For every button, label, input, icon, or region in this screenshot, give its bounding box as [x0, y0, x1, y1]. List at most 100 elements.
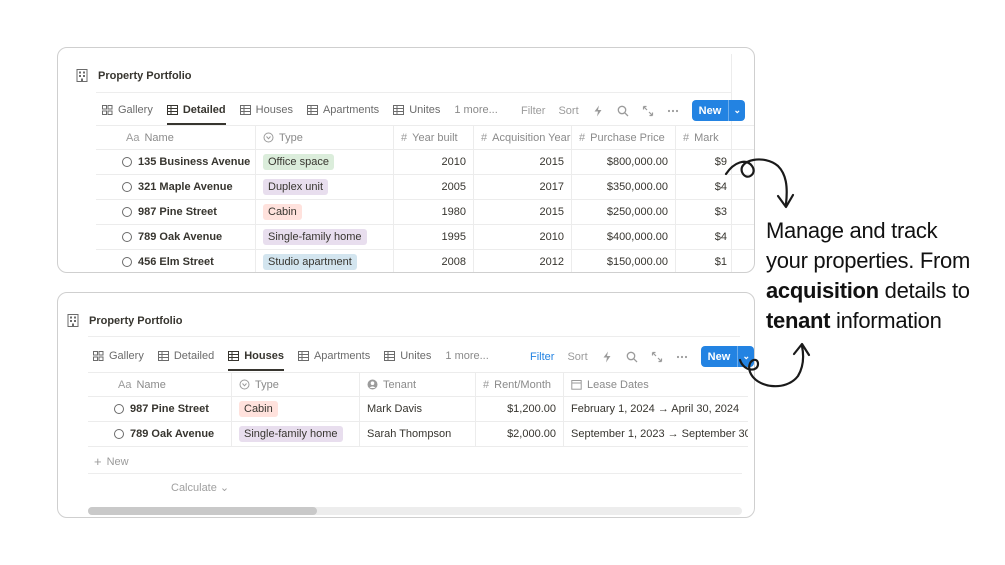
year-built-cell[interactable]: 2005 — [394, 175, 474, 199]
column-header-market[interactable]: # Mark — [676, 126, 734, 149]
add-row-button[interactable]: + New — [94, 454, 129, 469]
tab-houses[interactable]: Houses — [239, 99, 293, 121]
tab-gallery[interactable]: Gallery — [102, 99, 153, 121]
gallery-icon — [102, 105, 113, 115]
row-name-cell[interactable]: 789 Oak Avenue — [88, 422, 232, 446]
search-icon[interactable] — [626, 351, 638, 363]
new-button[interactable]: New ⌄ — [691, 100, 746, 121]
table-row[interactable]: 789 Oak Avenue Single-family home Sarah Th… — [88, 422, 748, 447]
year-built-cell[interactable]: 2008 — [394, 250, 474, 272]
tab-unites[interactable]: Unites — [393, 99, 440, 121]
status-circle-icon[interactable] — [114, 404, 124, 414]
row-type-cell[interactable]: Office space — [256, 150, 394, 174]
year-built-cell[interactable]: 1995 — [394, 225, 474, 249]
tab-houses[interactable]: Houses — [228, 345, 284, 371]
column-header-acquisition-year[interactable]: # Acquisition Year — [474, 126, 572, 149]
purchase-price-cell[interactable]: $800,000.00 — [572, 150, 676, 174]
acquisition-year-cell[interactable]: 2015 — [474, 150, 572, 174]
table-row[interactable]: 321 Maple Avenue Duplex unit 2005 2017 $350,… — [96, 175, 754, 200]
tab-apartments[interactable]: Apartments — [297, 345, 370, 367]
status-circle-icon[interactable] — [122, 207, 132, 217]
lease-cell[interactable]: February 1, 2024 → April 30, 2024 — [564, 397, 748, 421]
more-options-icon[interactable] — [676, 351, 688, 363]
more-options-icon[interactable] — [667, 105, 679, 117]
row-name-cell[interactable]: 987 Pine Street — [96, 200, 256, 224]
database-title-row: Property Portfolio — [76, 69, 192, 82]
table-icon — [239, 105, 251, 115]
sort-button[interactable]: Sort — [558, 105, 578, 117]
market-cell[interactable]: $4 — [676, 225, 734, 249]
purchase-price-cell[interactable]: $150,000.00 — [572, 250, 676, 272]
table-row[interactable]: 987 Pine Street Cabin 1980 2015 $250,000.00 $… — [96, 200, 754, 225]
expand-icon[interactable] — [651, 351, 663, 363]
acquisition-year-cell[interactable]: 2015 — [474, 200, 572, 224]
tab-more[interactable]: 1 more... — [454, 99, 497, 121]
row-type-cell[interactable]: Single-family home — [256, 225, 394, 249]
chevron-down-icon[interactable]: ⌄ — [728, 100, 745, 121]
tab-more[interactable]: 1 more... — [445, 345, 488, 367]
sort-button[interactable]: Sort — [567, 351, 587, 363]
lease-cell[interactable]: September 1, 2023 → September 30 — [564, 422, 748, 446]
page-title[interactable]: Property Portfolio — [89, 315, 183, 327]
status-circle-icon[interactable] — [122, 257, 132, 267]
purchase-price-cell[interactable]: $400,000.00 — [572, 225, 676, 249]
tenant-cell[interactable]: Mark Davis — [360, 397, 476, 421]
horizontal-scrollbar[interactable] — [88, 507, 742, 515]
page-title[interactable]: Property Portfolio — [98, 70, 192, 82]
row-name-cell[interactable]: 321 Maple Avenue — [96, 175, 256, 199]
rent-cell[interactable]: $2,000.00 — [476, 422, 564, 446]
row-name-cell[interactable]: 135 Business Avenue — [96, 150, 256, 174]
tab-unites[interactable]: Unites — [384, 345, 431, 367]
row-type-cell[interactable]: Single-family home — [232, 422, 360, 446]
row-name-cell[interactable]: 789 Oak Avenue — [96, 225, 256, 249]
row-name-cell[interactable]: 456 Elm Street — [96, 250, 256, 272]
expand-icon[interactable] — [642, 105, 654, 117]
tab-gallery[interactable]: Gallery — [93, 345, 144, 367]
status-circle-icon[interactable] — [122, 182, 132, 192]
lightning-icon[interactable] — [592, 105, 604, 117]
rent-cell[interactable]: $1,200.00 — [476, 397, 564, 421]
acquisition-year-cell[interactable]: 2012 — [474, 250, 572, 272]
tab-detailed[interactable]: Detailed — [166, 99, 226, 125]
column-header-type[interactable]: Type — [232, 373, 360, 396]
lightning-icon[interactable] — [601, 351, 613, 363]
row-name-cell[interactable]: 987 Pine Street — [88, 397, 232, 421]
status-circle-icon[interactable] — [122, 157, 132, 167]
year-built-cell[interactable]: 1980 — [394, 200, 474, 224]
purchase-price-cell[interactable]: $250,000.00 — [572, 200, 676, 224]
table-row[interactable]: 789 Oak Avenue Single-family home 1995 2010… — [96, 225, 754, 250]
acquisition-year-cell[interactable]: 2017 — [474, 175, 572, 199]
column-header-year-built[interactable]: # Year built — [394, 126, 474, 149]
scrollbar-thumb[interactable] — [88, 507, 317, 515]
status-circle-icon[interactable] — [114, 429, 124, 439]
select-property-icon — [263, 132, 274, 143]
status-circle-icon[interactable] — [122, 232, 132, 242]
row-type-cell[interactable]: Duplex unit — [256, 175, 394, 199]
table-row[interactable]: 135 Business Avenue Office space 2010 2015 $… — [96, 150, 754, 175]
column-header-purchase-price[interactable]: # Purchase Price — [572, 126, 676, 149]
row-type-cell[interactable]: Cabin — [256, 200, 394, 224]
tenant-cell[interactable]: Sarah Thompson — [360, 422, 476, 446]
calculate-button[interactable]: Calculate ⌄ — [171, 481, 229, 494]
column-header-tenant[interactable]: Tenant — [360, 373, 476, 396]
filter-button[interactable]: Filter — [530, 351, 554, 363]
purchase-price-cell[interactable]: $350,000.00 — [572, 175, 676, 199]
column-header-type[interactable]: Type — [256, 126, 394, 149]
row-type-cell[interactable]: Studio apartment — [256, 250, 394, 272]
add-row-label: New — [106, 455, 129, 468]
table-row[interactable]: 456 Elm Street Studio apartment 2008 2012 $1… — [96, 250, 754, 272]
table-row[interactable]: 987 Pine Street Cabin Mark Davis $1,200.00 F… — [88, 397, 748, 422]
year-built-cell[interactable]: 2010 — [394, 150, 474, 174]
column-header-name[interactable]: Aa Name — [88, 373, 232, 396]
search-icon[interactable] — [617, 105, 629, 117]
column-header-rent[interactable]: # Rent/Month — [476, 373, 564, 396]
property-portfolio-houses-card: Property Portfolio Gallery Detailed Hous… — [57, 292, 755, 518]
tab-apartments[interactable]: Apartments — [306, 99, 379, 121]
acquisition-year-cell[interactable]: 2010 — [474, 225, 572, 249]
market-cell[interactable]: $1 — [676, 250, 734, 272]
row-type-cell[interactable]: Cabin — [232, 397, 360, 421]
tab-detailed[interactable]: Detailed — [157, 345, 214, 367]
filter-button[interactable]: Filter — [521, 105, 545, 117]
column-header-name[interactable]: Aa Name — [96, 126, 256, 149]
column-header-lease-dates[interactable]: Lease Dates — [564, 373, 748, 396]
